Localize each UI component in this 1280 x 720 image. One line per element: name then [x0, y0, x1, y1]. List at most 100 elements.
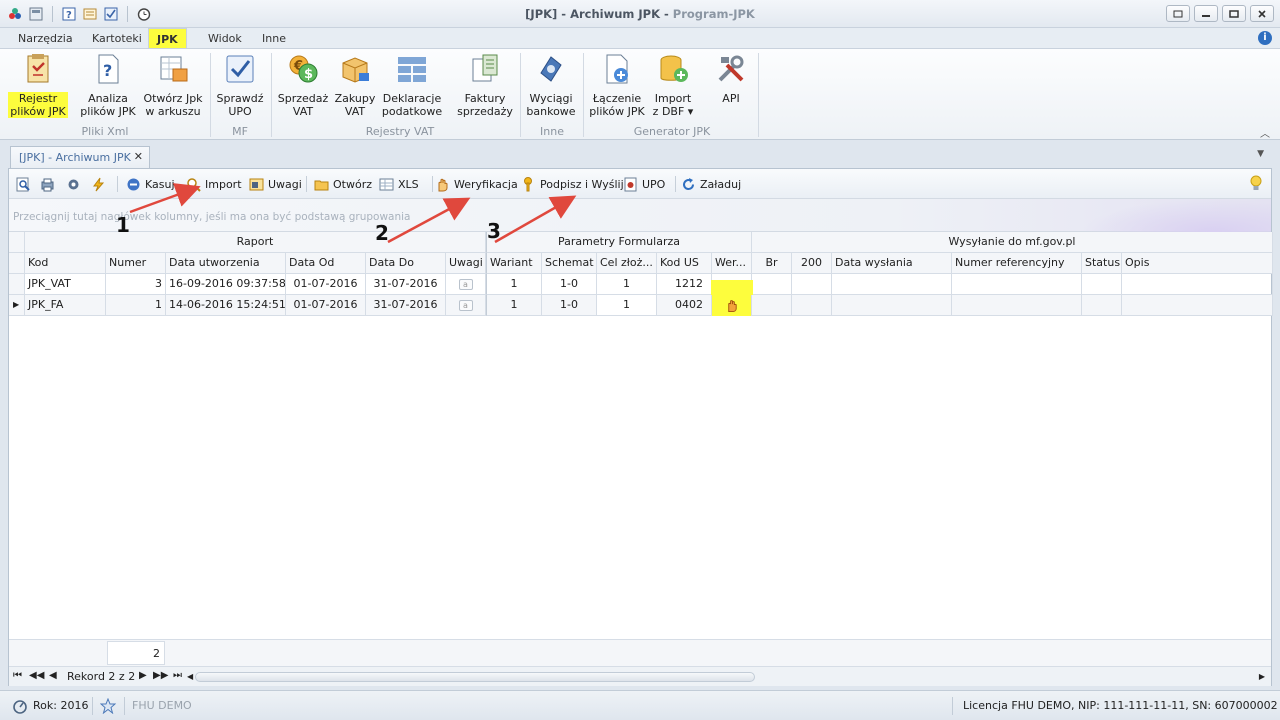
cell-kod-us[interactable]: 1212 — [657, 274, 712, 295]
cell-uwagi[interactable]: a — [446, 295, 486, 316]
note-icon[interactable]: a — [458, 279, 473, 290]
restore-down-icon[interactable] — [1166, 5, 1190, 22]
column-header-numer-referencyjny[interactable]: Numer referencyjny — [952, 253, 1082, 274]
column-header-weryfikacja[interactable]: Wer... — [712, 253, 752, 274]
rejestr-plikow-button[interactable]: Rejestr plików JPK — [8, 53, 68, 118]
lightning-button[interactable] — [91, 176, 106, 192]
cell-status[interactable] — [1082, 274, 1122, 295]
band-parametry[interactable]: Parametry Formularza — [486, 232, 752, 253]
kasuj-button[interactable]: Kasuj — [126, 176, 175, 192]
cell-200[interactable] — [792, 295, 832, 316]
cell-cel-focused[interactable]: 1 — [597, 295, 657, 316]
note-icon[interactable]: a — [458, 300, 473, 311]
column-header-br[interactable]: Br — [752, 253, 792, 274]
cell-opis[interactable] — [1122, 295, 1273, 316]
cell-200[interactable] — [792, 274, 832, 295]
settings-button[interactable] — [66, 176, 81, 192]
cell-br[interactable] — [752, 274, 792, 295]
horizontal-scrollbar[interactable] — [195, 672, 755, 682]
column-header-data-od[interactable]: Data Od — [286, 253, 366, 274]
faktury-sprzedazy-button[interactable]: Faktury sprzedaży — [455, 53, 515, 118]
last-record-icon[interactable]: ⏭ — [173, 670, 182, 681]
tab-narzedzia[interactable]: Narzędzia — [18, 32, 73, 45]
podpisz-wyslij-button[interactable]: Podpisz i Wyślij — [521, 176, 624, 192]
otworz-jpk-arkusz-button[interactable]: Otwórz Jpk w arkuszu — [142, 53, 204, 118]
preview-button[interactable] — [16, 176, 31, 192]
column-header-200[interactable]: 200 — [792, 253, 832, 274]
cell-data-wyslania[interactable] — [832, 295, 952, 316]
cell-kod[interactable]: JPK_FA — [25, 295, 106, 316]
column-header-kod-us[interactable]: Kod US — [657, 253, 712, 274]
chevron-up-icon[interactable]: ︿ — [1260, 125, 1270, 140]
band-raport[interactable]: Raport — [25, 232, 486, 253]
uwagi-button[interactable]: Uwagi — [249, 176, 302, 192]
sprzedaz-vat-button[interactable]: € $ Sprzedaż VAT — [276, 53, 330, 118]
close-icon[interactable] — [1250, 5, 1274, 22]
column-header-uwagi[interactable]: Uwagi — [446, 253, 486, 274]
sprawdz-upo-button[interactable]: Sprawdź UPO — [214, 53, 266, 118]
cell-schemat[interactable]: 1-0 — [542, 295, 597, 316]
cell-data-od[interactable]: 01-07-2016 — [286, 295, 366, 316]
cell-schemat[interactable]: 1-0 — [542, 274, 597, 295]
cell-weryfikacja[interactable] — [712, 295, 752, 316]
tab-inne[interactable]: Inne — [262, 32, 286, 45]
import-dbf-button[interactable]: Import z DBF ▾ — [650, 53, 696, 118]
lightbulb-icon[interactable] — [1249, 175, 1263, 193]
cell-br[interactable] — [752, 295, 792, 316]
cell-numer-referencyjny[interactable] — [952, 274, 1082, 295]
prev-record-icon[interactable]: ◀ — [49, 670, 57, 681]
column-header-data-do[interactable]: Data Do — [366, 253, 446, 274]
close-tab-icon[interactable]: ✕ — [134, 150, 143, 163]
column-header-data-wyslania[interactable]: Data wysłania — [832, 253, 952, 274]
cell-data-utworzenia[interactable]: 16-09-2016 09:37:58 — [166, 274, 286, 295]
zakupy-vat-button[interactable]: Zakupy VAT — [332, 53, 378, 118]
zaladuj-button[interactable]: Załaduj — [681, 176, 741, 192]
info-icon[interactable]: i — [1258, 31, 1272, 45]
wyciagi-bankowe-button[interactable]: Wyciągi bankowe — [524, 53, 578, 118]
next-page-icon[interactable]: ▶▶ — [153, 670, 168, 681]
first-record-icon[interactable]: ⏮ — [13, 670, 22, 681]
column-header-schemat[interactable]: Schemat — [542, 253, 597, 274]
cell-wariant[interactable]: 1 — [486, 295, 542, 316]
cell-numer[interactable]: 1 — [106, 295, 166, 316]
prev-page-icon[interactable]: ◀◀ — [29, 670, 44, 681]
band-wysylanie[interactable]: Wysyłanie do mf.gov.pl — [752, 232, 1273, 253]
column-header-numer[interactable]: Numer — [106, 253, 166, 274]
import-button[interactable]: Import — [186, 176, 242, 192]
gauge-icon[interactable] — [12, 698, 28, 714]
scroll-right-icon[interactable]: ▶ — [1259, 672, 1265, 681]
scroll-left-icon[interactable]: ◀ — [187, 672, 193, 681]
cell-data-od[interactable]: 01-07-2016 — [286, 274, 366, 295]
weryfikacja-button[interactable]: Weryfikacja — [435, 176, 518, 192]
column-header-kod[interactable]: Kod — [25, 253, 106, 274]
chevron-down-icon[interactable]: ▼ — [1257, 149, 1264, 159]
column-header-data-utworzenia[interactable]: Data utworzenia — [166, 253, 286, 274]
tab-widok[interactable]: Widok — [208, 32, 242, 45]
otworz-button[interactable]: Otwórz — [314, 176, 372, 192]
column-header-opis[interactable]: Opis — [1122, 253, 1273, 274]
cell-data-wyslania[interactable] — [832, 274, 952, 295]
cell-uwagi[interactable]: a — [446, 274, 486, 295]
laczenie-plikow-button[interactable]: Łączenie plików JPK — [588, 53, 646, 118]
doc-tab-archiwum[interactable]: [JPK] - Archiwum JPK ✕ — [10, 146, 150, 168]
cell-numer-referencyjny[interactable] — [952, 295, 1082, 316]
cell-kod[interactable]: JPK_VAT — [25, 274, 106, 295]
column-header-wariant[interactable]: Wariant — [486, 253, 542, 274]
analiza-plikow-button[interactable]: ? Analiza plików JPK — [78, 53, 138, 118]
deklaracje-podatkowe-button[interactable]: Deklaracje podatkowe — [381, 53, 443, 118]
maximize-icon[interactable] — [1222, 5, 1246, 22]
cell-cel[interactable]: 1 — [597, 274, 657, 295]
cell-data-utworzenia[interactable]: 14-06-2016 15:24:51 — [166, 295, 286, 316]
print-preview-button[interactable] — [40, 176, 55, 192]
minimize-icon[interactable] — [1194, 5, 1218, 22]
star-icon[interactable] — [100, 698, 116, 714]
xls-button[interactable]: XLS — [379, 176, 419, 192]
cell-data-do[interactable]: 31-07-2016 — [366, 274, 446, 295]
next-record-icon[interactable]: ▶ — [139, 670, 147, 681]
row-indicator[interactable] — [9, 274, 25, 295]
group-by-area[interactable]: Przeciągnij tutaj nagłówek kolumny, jeśl… — [9, 199, 1271, 232]
tab-jpk[interactable]: JPK — [148, 28, 187, 50]
cell-data-do[interactable]: 31-07-2016 — [366, 295, 446, 316]
tab-kartoteki[interactable]: Kartoteki — [92, 32, 142, 45]
status-year[interactable]: Rok: 2016 — [33, 699, 88, 712]
